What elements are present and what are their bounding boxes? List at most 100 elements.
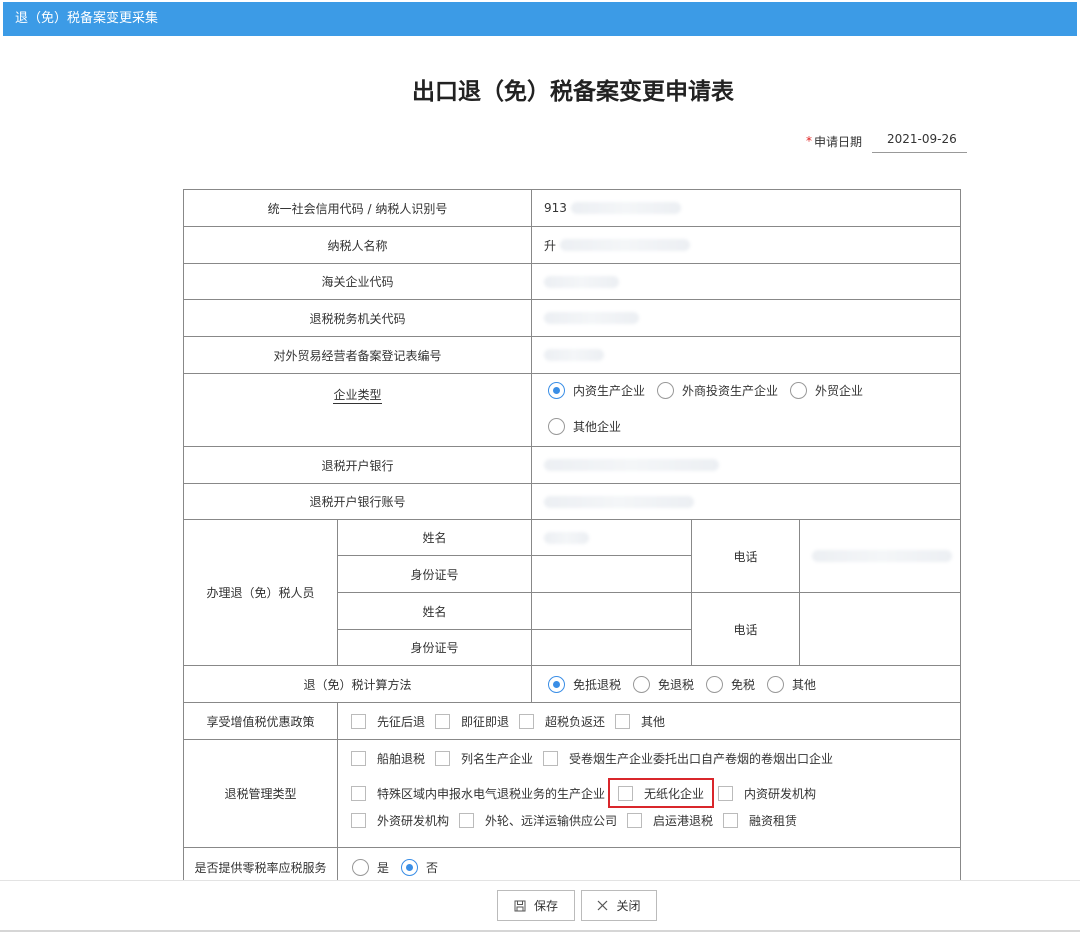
checkbox-icon bbox=[435, 751, 451, 766]
staff1-phone-field[interactable] bbox=[799, 519, 960, 592]
mgmt-check-departure-port[interactable]: 启运港退税 bbox=[627, 812, 713, 829]
tax-office-code-field[interactable] bbox=[531, 299, 960, 336]
radio-label: 是 bbox=[377, 861, 390, 875]
radio-label: 否 bbox=[426, 861, 439, 875]
checkbox-label: 即征即退 bbox=[461, 715, 510, 729]
vat-check-levy-refund[interactable]: 先征后退 bbox=[351, 713, 425, 730]
apply-date-label: 申请日期 bbox=[814, 134, 863, 149]
taxpayer-name-label: 纳税人名称 bbox=[183, 226, 531, 263]
save-button[interactable]: 保存 bbox=[497, 890, 575, 921]
redacted-text bbox=[570, 202, 681, 214]
enterprise-type-label-text: 企业类型 bbox=[333, 388, 382, 404]
bank-account-field[interactable] bbox=[531, 483, 960, 519]
tax-office-code-label: 退税税务机关代码 bbox=[183, 299, 531, 336]
bank-account-label: 退税开户银行账号 bbox=[183, 483, 531, 519]
checkbox-icon bbox=[723, 813, 739, 828]
enterprise-type-radio-other[interactable]: 其他企业 bbox=[548, 418, 621, 435]
apply-date-input[interactable]: 2021-09-26 bbox=[872, 129, 968, 153]
mgmt-check-finance-lease[interactable]: 融资租赁 bbox=[723, 812, 797, 829]
checkbox-icon bbox=[627, 813, 643, 828]
zero-rate-radio-yes[interactable]: 是 bbox=[352, 859, 389, 876]
staff2-id-field[interactable] bbox=[531, 629, 691, 665]
zero-rate-options: 是 否 bbox=[337, 847, 960, 880]
credit-code-label: 统一社会信用代码 / 纳税人识别号 bbox=[183, 189, 531, 226]
checkbox-label: 列名生产企业 bbox=[461, 752, 534, 766]
credit-code-field[interactable]: 913 bbox=[531, 189, 960, 226]
redacted-text bbox=[544, 495, 694, 508]
staff2-name-field[interactable] bbox=[531, 592, 691, 629]
staff-label: 办理退（免）税人员 bbox=[183, 519, 337, 665]
checkbox-icon bbox=[615, 714, 631, 729]
mgmt-check-foreign-rd[interactable]: 外资研发机构 bbox=[351, 812, 449, 829]
staff1-id-label: 身份证号 bbox=[337, 555, 531, 592]
staff2-name-label: 姓名 bbox=[337, 592, 531, 629]
credit-code-value: 913 bbox=[544, 201, 567, 215]
calc-radio-exempt[interactable]: 免税 bbox=[706, 675, 756, 693]
enterprise-type-radio-trade[interactable]: 外贸企业 bbox=[790, 382, 863, 399]
checkbox-label: 其他 bbox=[641, 715, 666, 729]
mgmt-check-ship[interactable]: 船舶退税 bbox=[351, 750, 425, 767]
calc-method-label: 退（免）税计算方法 bbox=[183, 665, 531, 702]
checkbox-label: 外轮、远洋运输供应公司 bbox=[485, 814, 618, 828]
redacted-text bbox=[544, 531, 589, 544]
enterprise-type-label: 企业类型 bbox=[183, 373, 531, 446]
checkbox-label: 外资研发机构 bbox=[377, 814, 450, 828]
close-button-label: 关闭 bbox=[616, 899, 641, 913]
vat-check-instant-refund[interactable]: 即征即退 bbox=[435, 713, 509, 730]
enterprise-type-radio-domestic[interactable]: 内资生产企业 bbox=[548, 382, 645, 399]
mgmt-type-label: 退税管理类型 bbox=[183, 739, 337, 847]
radio-icon bbox=[790, 382, 808, 399]
staff2-id-label: 身份证号 bbox=[337, 629, 531, 665]
zero-rate-radio-no[interactable]: 否 bbox=[401, 859, 438, 876]
taxpayer-name-field[interactable]: 升 bbox=[531, 226, 960, 263]
radio-icon bbox=[352, 859, 369, 876]
required-asterisk: * bbox=[806, 134, 812, 148]
customs-code-field[interactable] bbox=[531, 263, 960, 299]
staff2-phone-field[interactable] bbox=[799, 592, 960, 665]
bank-field[interactable] bbox=[531, 446, 960, 483]
calc-radio-exempt-refund[interactable]: 免退税 bbox=[633, 675, 694, 693]
mgmt-check-ocean-supply[interactable]: 外轮、远洋运输供应公司 bbox=[459, 812, 617, 829]
window-title: 退（免）税备案变更采集 bbox=[3, 2, 1077, 36]
checkbox-label: 受卷烟生产企业委托出口自产卷烟的卷烟出口企业 bbox=[569, 752, 834, 766]
trade-reg-field[interactable] bbox=[531, 336, 960, 373]
radio-label: 免税 bbox=[731, 677, 756, 692]
enterprise-type-radio-foreign[interactable]: 外商投资生产企业 bbox=[657, 382, 778, 399]
save-icon bbox=[514, 900, 526, 911]
calc-radio-other[interactable]: 其他 bbox=[767, 675, 817, 693]
radio-label: 外商投资生产企业 bbox=[682, 384, 779, 398]
calc-radio-exempt-credit-refund[interactable]: 免抵退税 bbox=[548, 675, 621, 693]
bottom-border bbox=[0, 930, 1080, 932]
vat-check-excess-return[interactable]: 超税负返还 bbox=[519, 713, 605, 730]
checkbox-icon bbox=[718, 785, 734, 801]
staff1-phone-label: 电话 bbox=[691, 519, 799, 592]
radio-label: 其他 bbox=[792, 677, 817, 692]
mgmt-check-cigarette-export[interactable]: 受卷烟生产企业委托出口自产卷烟的卷烟出口企业 bbox=[543, 750, 833, 767]
mgmt-check-special-zone[interactable]: 特殊区域内申报水电气退税业务的生产企业 bbox=[351, 785, 605, 802]
redacted-text bbox=[544, 275, 619, 288]
staff1-name-field[interactable] bbox=[531, 519, 691, 555]
checkbox-label: 先征后退 bbox=[377, 715, 426, 729]
vat-policy-options: 先征后退 即征即退 超税负返还 其他 bbox=[337, 702, 960, 739]
radio-checked-icon bbox=[401, 859, 419, 876]
form-title: 出口退（免）税备案变更申请表 bbox=[412, 79, 734, 105]
mgmt-check-listed-producer[interactable]: 列名生产企业 bbox=[435, 750, 533, 767]
vat-check-other[interactable]: 其他 bbox=[615, 713, 665, 730]
radio-icon bbox=[657, 382, 675, 399]
mgmt-check-domestic-rd[interactable]: 内资研发机构 bbox=[718, 785, 816, 802]
checkbox-label: 融资租赁 bbox=[749, 814, 798, 828]
redacted-text bbox=[560, 239, 691, 251]
checkbox-label: 特殊区域内申报水电气退税业务的生产企业 bbox=[377, 786, 606, 801]
radio-icon bbox=[767, 675, 785, 693]
taxpayer-name-value: 升 bbox=[544, 238, 557, 253]
checkbox-icon bbox=[351, 813, 366, 828]
save-button-label: 保存 bbox=[533, 899, 558, 913]
mgmt-check-paperless[interactable]: 无纸化企业 bbox=[608, 778, 715, 808]
radio-icon bbox=[633, 675, 651, 693]
checkbox-label: 启运港退税 bbox=[653, 814, 714, 828]
close-button[interactable]: 关闭 bbox=[581, 890, 657, 921]
radio-label: 其他企业 bbox=[573, 420, 622, 434]
staff1-id-field[interactable] bbox=[531, 555, 691, 592]
redacted-text bbox=[544, 349, 604, 361]
redacted-text bbox=[544, 459, 719, 471]
